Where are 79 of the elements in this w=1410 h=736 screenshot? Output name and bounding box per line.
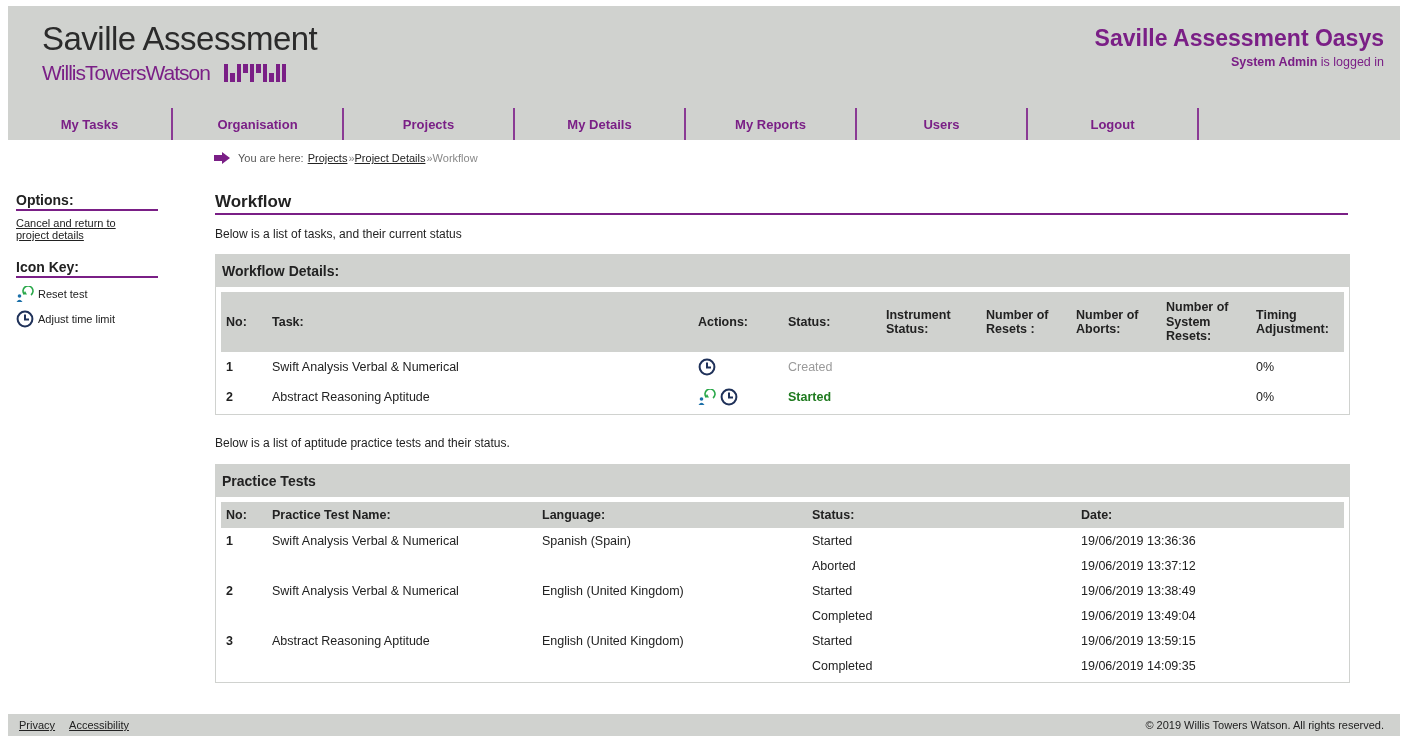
footer-link[interactable]: Privacy	[19, 719, 56, 731]
column-header: Status:	[807, 502, 1076, 528]
panel-header: Workflow Details:	[216, 255, 1349, 287]
table-cell: 19/06/2019 13:36:36	[1076, 528, 1344, 553]
breadcrumb-current: Workflow	[432, 152, 478, 164]
status-cell: Created	[783, 352, 881, 382]
column-header: Timing Adjustment:	[1251, 292, 1344, 352]
logged-in-text: System Admin is logged in	[1230, 55, 1384, 69]
table-cell-text: 19/06/2019 14:09:35	[1080, 657, 1197, 675]
column-header: Number of System Resets:	[1161, 292, 1251, 352]
nav-link[interactable]: Organisation	[173, 108, 344, 140]
column-header: Date:	[1076, 502, 1344, 528]
column-header: Language:	[537, 502, 807, 528]
table-cell-text: 3	[225, 632, 234, 650]
breadcrumb-link[interactable]: Projects	[307, 152, 348, 164]
arrow-icon	[214, 152, 230, 164]
reset-icon[interactable]	[16, 286, 34, 302]
table-cell-text: 0%	[1255, 389, 1276, 406]
table-cell: 1	[221, 352, 267, 382]
column-header: Practice Test Name:	[267, 502, 537, 528]
column-header: No:	[221, 292, 267, 352]
table-cell-text: Started	[811, 632, 854, 650]
breadcrumb-separator: »	[348, 152, 355, 164]
practice-intro-text: Below is a list of aptitude practice tests and their status.	[215, 436, 511, 450]
table-cell: 0%	[1251, 352, 1344, 382]
column-header: Number of Aborts:	[1071, 292, 1161, 352]
nav-link[interactable]: Projects	[344, 108, 515, 140]
breadcrumb-label: You are here:	[238, 152, 304, 164]
table-cell-text: Started	[811, 582, 854, 600]
clock-icon[interactable]	[720, 388, 738, 406]
breadcrumb-link[interactable]: Project Details	[354, 152, 426, 164]
nav-link[interactable]: My Tasks	[8, 108, 173, 140]
table-cell-text: Swift Analysis Verbal & Numerical	[271, 582, 460, 600]
table-cell: 1	[221, 528, 267, 553]
cancel-link[interactable]: Cancel and return to project details	[16, 217, 128, 241]
page-title: Workflow	[215, 192, 1348, 215]
table-cell-text: English (United Kingdom)	[541, 582, 685, 600]
table-cell-text: Abstract Reasoning Aptitude	[271, 632, 431, 650]
clock-icon[interactable]	[16, 310, 34, 328]
reset-icon[interactable]	[698, 389, 716, 405]
sub-brand-name: WillisTowersWatson	[42, 61, 210, 85]
table-cell-text: 19/06/2019 13:59:15	[1080, 632, 1197, 650]
nav-link[interactable]: My Reports	[686, 108, 857, 140]
nav-link[interactable]: Logout	[1028, 108, 1199, 140]
panel-header: Practice Tests	[216, 465, 1349, 497]
table-cell-text: Abstract Reasoning Aptitude	[271, 389, 431, 406]
column-header: Status:	[783, 292, 881, 352]
status-cell-text: Started	[787, 389, 833, 406]
table-cell-text: 19/06/2019 13:49:04	[1080, 607, 1197, 625]
options-heading: Options:	[16, 192, 158, 211]
breadcrumb-separator: »	[426, 152, 433, 164]
table-cell: Spanish (Spain)	[537, 528, 807, 553]
footer-link[interactable]: Accessibility	[69, 719, 129, 731]
column-header: Task:	[267, 292, 693, 352]
brand-name: Saville Assessment	[42, 21, 318, 57]
table-cell-text: 19/06/2019 13:37:12	[1080, 557, 1197, 575]
column-header: Instrument Status:	[881, 292, 981, 352]
nav-link[interactable]: My Details	[515, 108, 686, 140]
nav-link[interactable]: Users	[857, 108, 1028, 140]
table-cell-text: English (United Kingdom)	[541, 632, 685, 650]
table-cell-text: 19/06/2019 13:38:49	[1080, 582, 1197, 600]
table-cell-text: 2	[225, 582, 234, 600]
icon-key-heading: Icon Key:	[16, 259, 158, 278]
table-cell: Swift Analysis Verbal & Numerical	[267, 352, 693, 382]
column-header: Actions:	[693, 292, 783, 352]
column-header: No:	[221, 502, 267, 528]
table-cell-text: Completed	[811, 607, 874, 625]
table-cell-text: 2	[225, 389, 234, 406]
table-cell: Started	[807, 528, 1076, 553]
table-cell-text: Aborted	[811, 557, 857, 575]
icon-key-label: Adjust time limit	[38, 313, 116, 325]
copyright-text: © 2019 Willis Towers Watson. All rights reserved.	[1145, 719, 1384, 731]
table-cell-text: Completed	[811, 657, 874, 675]
intro-text: Below is a list of tasks, and their current status	[215, 227, 463, 241]
app-title: Saville Assessment Oasys	[1094, 25, 1384, 52]
clock-icon[interactable]	[698, 358, 716, 376]
column-header: Number of Resets :	[981, 292, 1071, 352]
icon-key-label: Reset test	[38, 288, 88, 300]
table-cell: Swift Analysis Verbal & Numerical	[267, 528, 537, 553]
